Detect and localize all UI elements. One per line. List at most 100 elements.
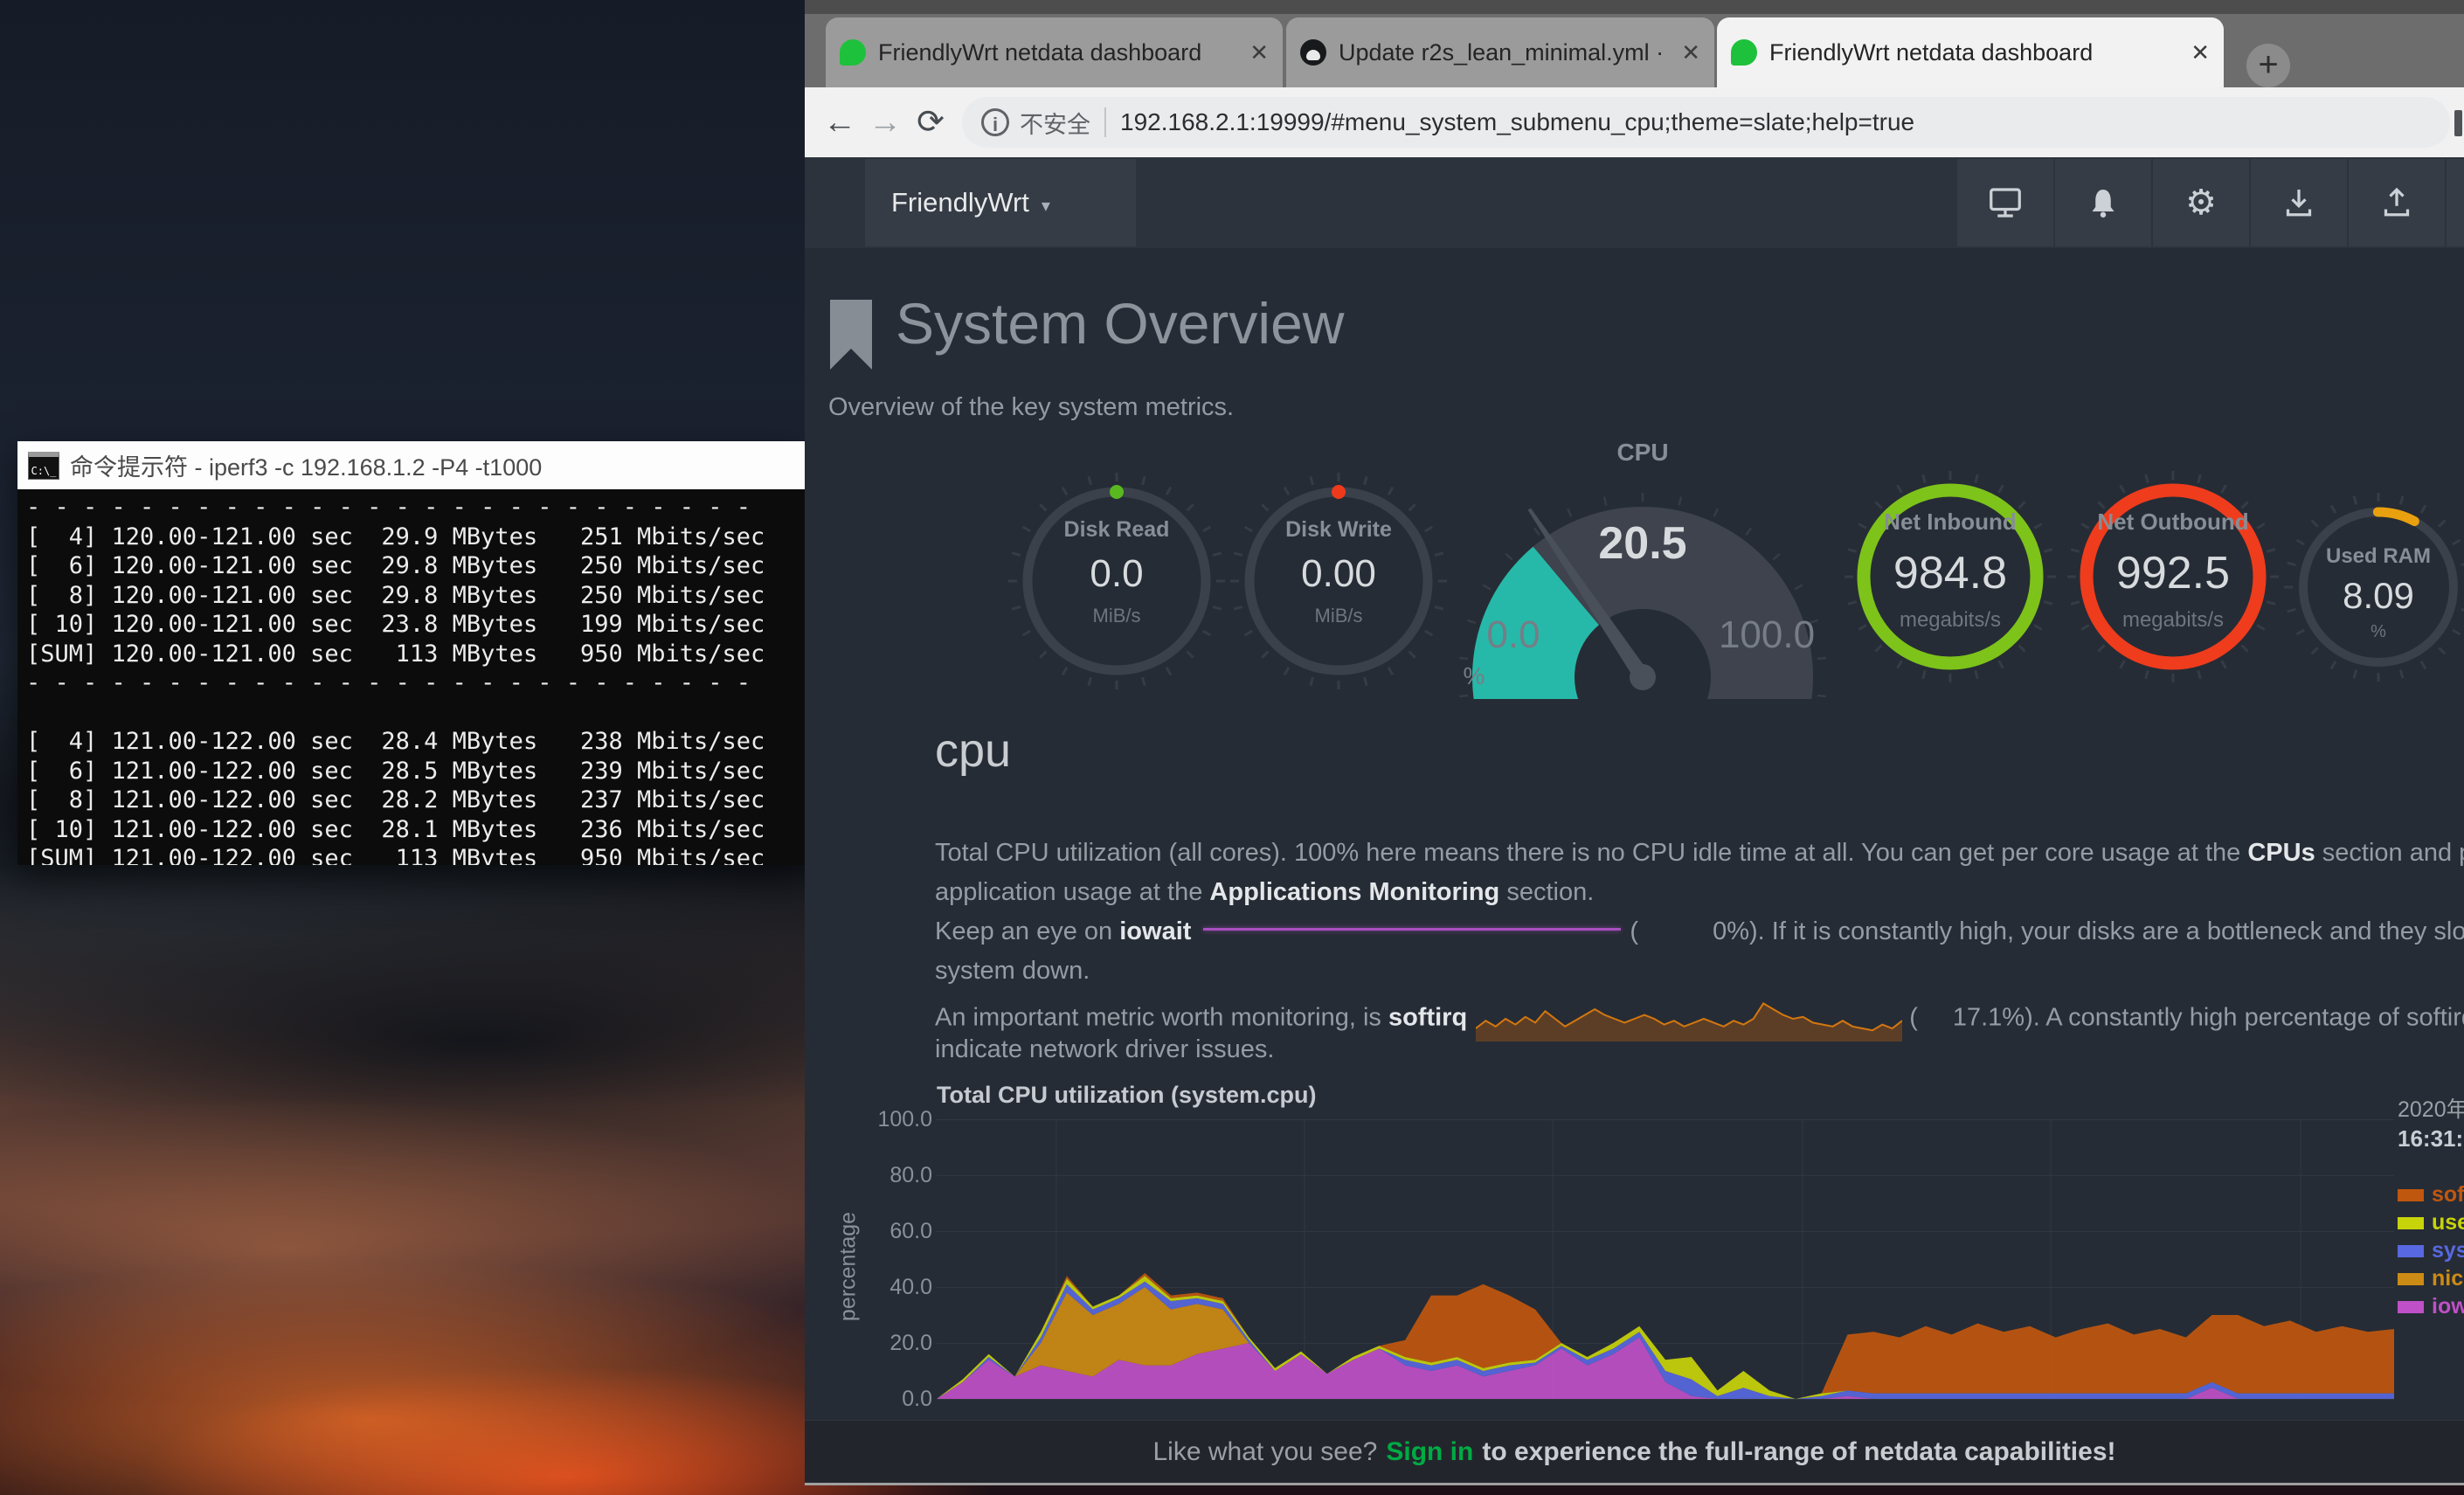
gear-icon: ⚙: [2185, 183, 2217, 223]
cpus-link[interactable]: CPUs: [2247, 839, 2315, 867]
netdata-page: FriendlyWrt▾ ⚙ System Overview Overview …: [805, 157, 2464, 1483]
net-outbound-value: 992.5: [2086, 547, 2260, 599]
url-text[interactable]: 192.168.2.1:19999/#menu_system_submenu_c…: [1120, 108, 1914, 136]
bell-icon: [2086, 185, 2121, 220]
cutoff-toolbar-icon: [2454, 110, 2462, 136]
help-line-1: Total CPU utilization (all cores). 100% …: [935, 839, 2464, 868]
softirq-sparkline: [1476, 996, 1902, 1042]
signin-suffix: to experience the full-range of netdata …: [1482, 1437, 2115, 1467]
chevron-down-icon: ▾: [1042, 197, 1050, 216]
section-title: System Overview: [896, 290, 1344, 356]
disk-read-unit: MiB/s: [1029, 605, 1204, 627]
download-icon: [2281, 185, 2316, 220]
used-ram-label: Used RAM: [2291, 544, 2464, 569]
help-line-6: indicate network driver issues.: [935, 1035, 1274, 1064]
tab-label: FriendlyWrt netdata dashboard: [878, 39, 1237, 66]
iowait-sparkline: [1203, 928, 1621, 931]
chart-legend: 2020年3 16:31:2 softirq user system nice iowa…: [2398, 1083, 2464, 1459]
y-tick: 20.0: [869, 1331, 932, 1356]
y-tick: 60.0: [869, 1219, 932, 1244]
tab-close-icon[interactable]: ✕: [2191, 39, 2210, 66]
terminal-output: - - - - - - - - - - - - - - - - - - - - …: [17, 489, 806, 865]
legend-item-system[interactable]: system: [2398, 1238, 2464, 1261]
tab-netdata-1[interactable]: FriendlyWrt netdata dashboard ✕: [826, 17, 1283, 87]
terminal-title: 命令提示符 - iperf3 -c 192.168.1.2 -P4 -t1000: [70, 448, 542, 482]
disk-read-value: 0.0: [1029, 552, 1204, 596]
cpu-gauge-min: 0.0: [1443, 613, 1583, 657]
github-favicon: [1300, 39, 1326, 66]
cpu-gauge-label: CPU: [1555, 439, 1730, 467]
cpu-utilization-chart[interactable]: [937, 1119, 2394, 1400]
browser-window: FriendlyWrt netdata dashboard ✕ Update r…: [805, 0, 2464, 1485]
net-inbound-label: Net Inbound: [1863, 509, 2038, 536]
section-subtitle: Overview of the key system metrics.: [828, 393, 1234, 422]
tab-label: FriendlyWrt netdata dashboard: [1769, 39, 2178, 66]
y-tick: 100.0: [869, 1107, 932, 1132]
legend-item-iowait[interactable]: iowait: [2398, 1294, 2464, 1317]
disk-read-label: Disk Read: [1029, 517, 1204, 543]
forward-button[interactable]: →: [862, 98, 908, 147]
terminal-window: C:\_ 命令提示符 - iperf3 -c 192.168.1.2 -P4 -…: [17, 441, 806, 865]
security-label[interactable]: 不安全: [1020, 106, 1090, 140]
nodes-view-button[interactable]: [1957, 159, 2053, 246]
export-button[interactable]: [2349, 159, 2445, 246]
new-tab-button[interactable]: +: [2246, 44, 2290, 87]
net-inbound-value: 984.8: [1863, 547, 2038, 599]
cpu-gauge-max: 100.0: [1697, 613, 1837, 657]
netdata-favicon: [1731, 39, 1757, 66]
y-tick: 0.0: [869, 1387, 932, 1412]
signin-prefix: Like what you see?: [1153, 1437, 1378, 1467]
legend-swatch: [2398, 1245, 2424, 1257]
chart-title: Total CPU utilization (system.cpu): [937, 1082, 1317, 1109]
browser-toolbar: ← → ⟳ i 不安全 192.168.2.1:19999/#menu_syst…: [805, 87, 2464, 157]
address-bar[interactable]: i 不安全 192.168.2.1:19999/#menu_system_sub…: [962, 97, 2450, 148]
divider: [1104, 107, 1106, 137]
iowait-value: 0%).: [1713, 917, 1765, 945]
import-button[interactable]: [2251, 159, 2347, 246]
tab-github[interactable]: Update r2s_lean_minimal.yml · k ✕: [1286, 17, 1714, 87]
upload-icon: [2379, 185, 2414, 220]
y-axis-label: percentage: [836, 1171, 862, 1363]
y-tick: 80.0: [869, 1163, 932, 1188]
cutoff-nav-button: [2447, 159, 2464, 246]
used-ram-value: 8.09: [2291, 575, 2464, 617]
disk-write-unit: MiB/s: [1251, 605, 1426, 627]
softirq-value: 17.1%).: [1953, 1004, 2040, 1032]
net-outbound-unit: megabits/s: [2086, 608, 2260, 633]
browser-bottom-edge: [805, 1483, 2464, 1485]
net-inbound-unit: megabits/s: [1863, 608, 2038, 633]
y-tick: 40.0: [869, 1275, 932, 1300]
cpu-gauge-value: 20.5: [1555, 517, 1730, 570]
host-selector[interactable]: FriendlyWrt▾: [865, 159, 1136, 246]
legend-item-user[interactable]: user: [2398, 1210, 2464, 1233]
cpu-section-heading: cpu: [935, 723, 1011, 778]
terminal-titlebar[interactable]: C:\_ 命令提示符 - iperf3 -c 192.168.1.2 -P4 -…: [17, 441, 806, 490]
legend-swatch: [2398, 1301, 2424, 1313]
tab-strip: FriendlyWrt netdata dashboard ✕ Update r…: [805, 14, 2464, 87]
chart-date: 2020年3: [2398, 1092, 2464, 1124]
help-line-3: Keep an eye on iowait(0%). If it is cons…: [935, 917, 2464, 946]
chart-time: 16:31:2: [2398, 1125, 2464, 1152]
legend-swatch: [2398, 1273, 2424, 1285]
tab-label: Update r2s_lean_minimal.yml · k: [1339, 39, 1669, 66]
signin-link[interactable]: Sign in: [1386, 1437, 1473, 1467]
back-button[interactable]: ←: [817, 98, 862, 147]
legend-item-nice[interactable]: nice: [2398, 1266, 2464, 1289]
monitor-icon: [1986, 185, 2024, 220]
used-ram-unit: %: [2291, 622, 2464, 642]
alarms-button[interactable]: [2055, 159, 2151, 246]
settings-button[interactable]: ⚙: [2153, 159, 2249, 246]
window-frame: [805, 0, 2464, 14]
disk-write-label: Disk Write: [1251, 517, 1426, 543]
legend-item-softirq[interactable]: softirq: [2398, 1182, 2464, 1205]
cpu-gauge-unit: %: [1443, 662, 1505, 690]
net-outbound-label: Net Outbound: [2086, 509, 2260, 536]
netdata-favicon: [840, 39, 866, 66]
info-icon[interactable]: i: [981, 108, 1009, 136]
tab-close-icon[interactable]: ✕: [1681, 39, 1700, 66]
tab-close-icon[interactable]: ✕: [1249, 39, 1269, 66]
applications-monitoring-link[interactable]: Applications Monitoring: [1209, 878, 1499, 906]
tab-netdata-2-active[interactable]: FriendlyWrt netdata dashboard ✕: [1717, 17, 2224, 87]
netdata-navbar: FriendlyWrt▾ ⚙: [805, 157, 2464, 248]
reload-button[interactable]: ⟳: [908, 98, 953, 147]
